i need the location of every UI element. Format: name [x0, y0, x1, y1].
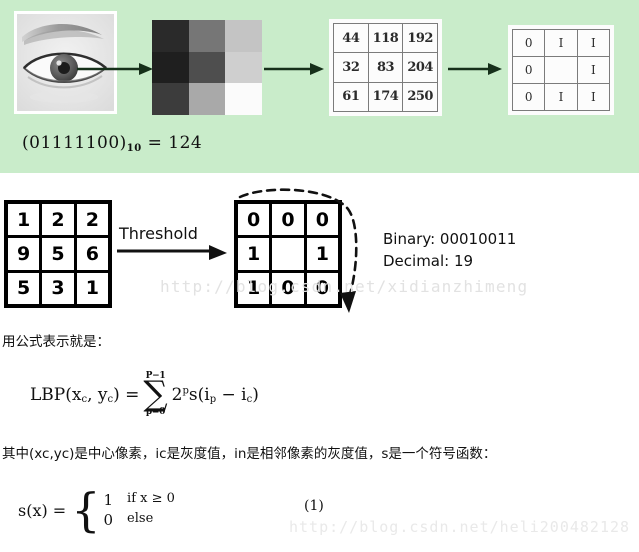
equation-number: (1)	[304, 498, 324, 514]
case-row-1: 1 if x ≥ 0	[104, 490, 175, 510]
numeric-cell: 44	[333, 22, 369, 54]
numeric-cell: 204	[402, 52, 438, 83]
case2-condition: else	[127, 511, 154, 527]
watermark-bottom: http://blog.csdn.net/heli200482128	[289, 518, 631, 536]
case1-condition: if x ≥ 0	[127, 491, 175, 506]
gray-cell	[225, 83, 262, 115]
source-cell: 1	[76, 272, 108, 304]
numeric-cell: 250	[402, 81, 438, 113]
binary-cell: 0	[511, 29, 546, 57]
source-cell: 5	[42, 238, 74, 270]
binary-result: Binary: 00010011	[383, 230, 517, 248]
arrow-eye-to-patch	[77, 63, 153, 75]
source-cell: 2	[76, 204, 108, 236]
term-close: )	[252, 384, 259, 405]
table-row: 0 I I	[511, 83, 611, 111]
binary-cell: I	[576, 56, 611, 84]
binary-cell	[544, 56, 578, 84]
summation-block: P−1 ∑ p=0	[143, 372, 167, 417]
intro-line: 用公式表示就是：	[2, 334, 110, 350]
left-brace-icon: {	[71, 482, 101, 537]
lbp-term: 2ps(ip − ic)	[172, 385, 259, 405]
result-text: Binary: 00010011 Decimal: 19	[383, 229, 516, 273]
term-minus: − i	[216, 384, 247, 405]
lbp-lhs-end: ) =	[113, 384, 140, 405]
case1-value: 1	[103, 491, 114, 509]
lbp-lhs: LBP(xc, yc) =	[30, 385, 139, 405]
source-cell: 5	[8, 272, 40, 304]
numeric-cell: 32	[333, 52, 369, 83]
lbp-formula: LBP(xc, yc) = P−1 ∑ p=0 2ps(ip − ic)	[30, 372, 259, 417]
gray-cell	[152, 20, 189, 52]
dashed-reading-order-arrow	[238, 188, 358, 313]
lbp-lhs-mid: , y	[87, 384, 108, 405]
source-matrix: 1 2 2 9 5 6 5 3 1	[4, 200, 112, 308]
arrow-threshold	[117, 245, 227, 260]
binary-cell: I	[576, 83, 611, 111]
source-cell: 6	[76, 238, 108, 270]
term-base: 2	[171, 384, 183, 405]
gray-cell	[188, 83, 226, 115]
explanation-line: 其中(xc,yc)是中心像素，ic是灰度值，in是相邻像素的灰度值，s是一个符号…	[2, 446, 497, 462]
source-cell: 2	[42, 204, 74, 236]
gray-cell	[225, 51, 262, 84]
table-row: 44 118 192	[333, 22, 438, 54]
gray-cell	[152, 83, 189, 115]
source-cell: 3	[42, 272, 74, 304]
arrow-patch-to-numbers	[264, 63, 324, 75]
numeric-cell: 83	[367, 52, 404, 83]
case-row-2: 0 else	[104, 510, 175, 530]
table-row: 0 I I	[511, 29, 611, 57]
gray-cell	[152, 51, 189, 84]
sign-function-formula: s(x) = { 1 if x ≥ 0 0 else	[18, 482, 175, 537]
binary-cell: I	[544, 83, 578, 111]
cases-block: 1 if x ≥ 0 0 else	[104, 490, 175, 531]
numeric-matrix-table: 44 118 192 32 83 204 61 174 250	[333, 22, 438, 113]
source-cell: 1	[8, 204, 40, 236]
binary-cell: 0	[511, 83, 546, 111]
numeric-cell: 174	[367, 81, 404, 113]
binary-matrix-table: 0 I I 0 I 0 I I	[511, 29, 611, 111]
arrow-numbers-to-binary	[448, 63, 502, 75]
table-row: 0 I	[511, 56, 611, 84]
caption-binary: (01111100)	[22, 133, 127, 153]
binary-cell: 0	[511, 56, 546, 84]
threshold-label: Threshold	[119, 224, 198, 243]
binary-cell: I	[544, 29, 578, 57]
sigma-icon: ∑	[143, 374, 168, 414]
gray-cell	[225, 20, 262, 52]
numeric-cell: 61	[333, 81, 369, 113]
decimal-result: Decimal: 19	[383, 251, 474, 270]
term-function: s(i	[188, 384, 210, 405]
lbp-lhs-text: LBP(x	[30, 384, 82, 405]
numeric-matrix: 44 118 192 32 83 204 61 174 250	[329, 19, 442, 116]
cut-off-text	[24, 544, 28, 552]
binary-matrix: 0 I I 0 I 0 I I	[508, 25, 614, 115]
panel-caption: (01111100)10 = 124	[22, 133, 202, 154]
caption-base: 10	[126, 143, 142, 154]
case2-value: 0	[103, 511, 114, 530]
gray-cell	[188, 20, 226, 52]
numeric-cell: 118	[367, 22, 404, 54]
lbp-overview-panel: 44 118 192 32 83 204 61 174 250 0 I I 0 …	[0, 0, 639, 173]
gray-cell	[188, 51, 226, 84]
binary-cell: I	[576, 29, 611, 57]
numeric-cell: 192	[402, 22, 438, 54]
threshold-diagram: 1 2 2 9 5 6 5 3 1 Threshold 0 0 0 1 1 1 …	[0, 185, 639, 325]
table-row: 61 174 250	[333, 81, 438, 113]
table-row: 32 83 204	[333, 52, 438, 83]
grayscale-patch	[152, 20, 262, 115]
source-cell: 9	[8, 238, 40, 270]
caption-equals: = 124	[141, 133, 203, 153]
sign-function-lhs: s(x) =	[18, 500, 67, 520]
sum-lower-limit: p=0	[145, 407, 166, 418]
